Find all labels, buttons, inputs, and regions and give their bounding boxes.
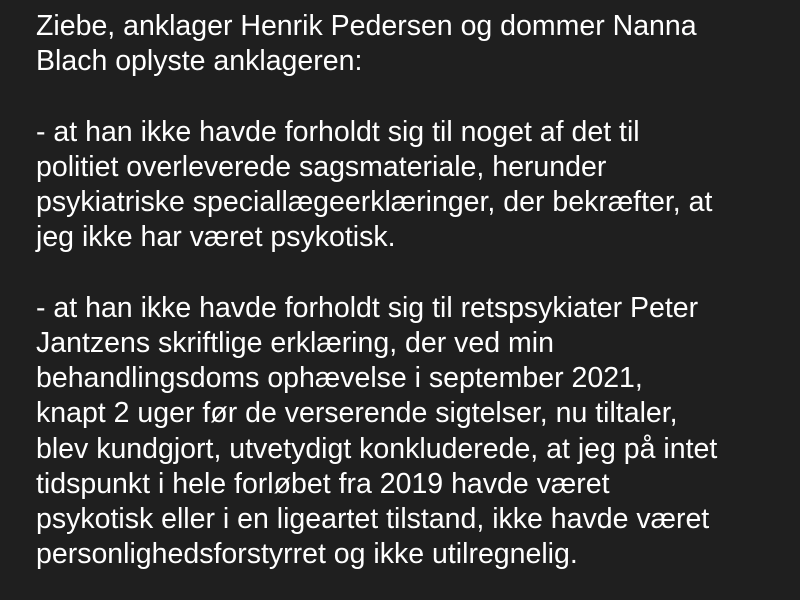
- text-line: - at han ikke havde forholdt sig til ret…: [36, 291, 699, 324]
- text-line: - at han ikke havde forholdt sig til nog…: [36, 115, 640, 148]
- text-line: knapt 2 uger før de verserende sigtelser…: [36, 397, 678, 430]
- text-line: jeg ikke har været psykotisk.: [36, 221, 396, 254]
- text-line: politiet overleverede sagsmateriale, her…: [36, 151, 607, 183]
- partial-top-line: [36, 0, 776, 9]
- text-line: tidspunkt i hele forløbet fra 2019 havde…: [36, 467, 610, 500]
- screen: Ziebe, anklager Henrik Pedersen og domme…: [0, 0, 800, 600]
- text-line: Ziebe, anklager Henrik Pedersen og domme…: [36, 10, 697, 43]
- text-line: behandlingsdoms ophævelse i september 20…: [36, 362, 643, 395]
- text-line: Jantzens skriftlige erklæring, der ved m…: [36, 327, 554, 359]
- text-line: psykotisk eller i en ligeartet tilstand,…: [36, 503, 710, 536]
- text-line: personlighedsforstyrret og ikke utilregn…: [36, 538, 578, 571]
- text-line: psykiatriske speciallægeerklæringer, der…: [36, 186, 713, 219]
- text-line: Blach oplyste anklageren:: [36, 45, 363, 78]
- message-text: Ziebe, anklager Henrik Pedersen og domme…: [36, 0, 776, 572]
- text-line: blev kundgjort, utvetydigt konkluderede,…: [36, 432, 718, 465]
